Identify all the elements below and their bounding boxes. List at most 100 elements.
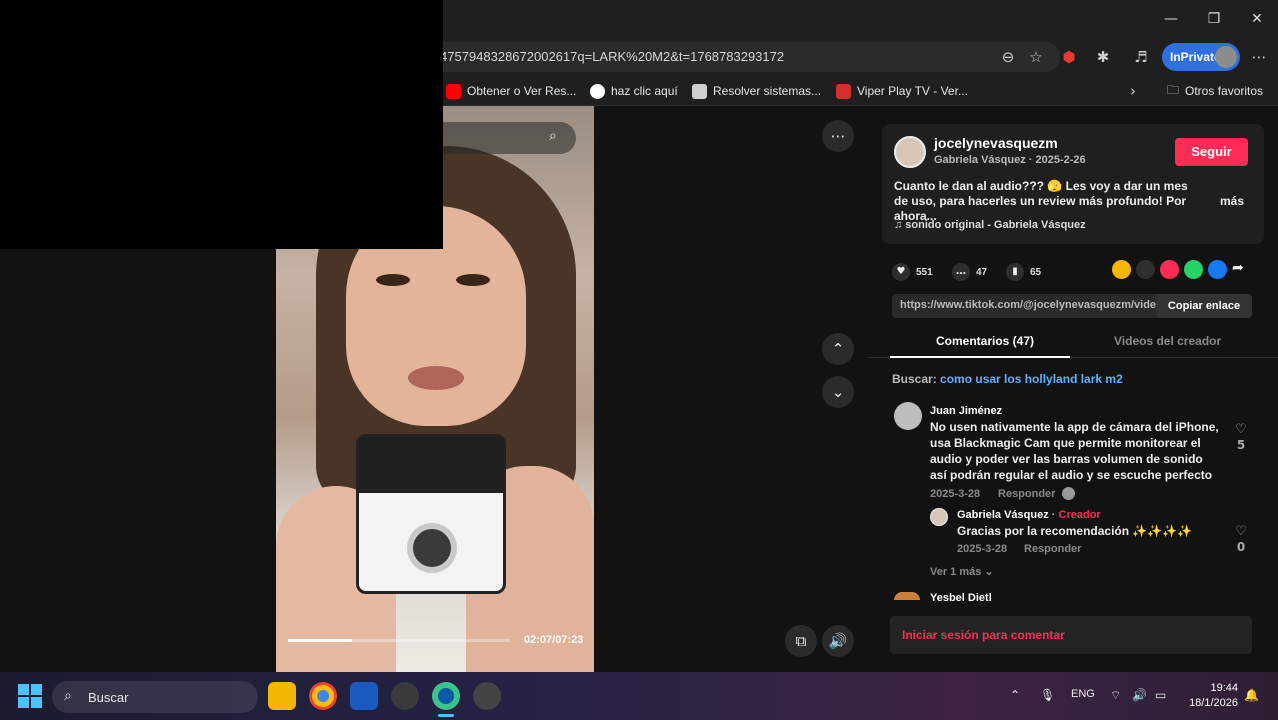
search-icon[interactable]: ⌕: [549, 128, 557, 144]
bookmark-icon: ▮: [1006, 263, 1024, 281]
edge-icon[interactable]: [432, 682, 460, 710]
save-stat[interactable]: ▮ 65: [1006, 262, 1041, 282]
profile-avatar: [1215, 46, 1237, 68]
zoom-icon[interactable]: ⊖: [997, 46, 1019, 68]
url-text[interactable]: 4757948328672002617q=LARK%20M2&t=1768783…: [440, 49, 784, 64]
google-icon: [590, 83, 605, 99]
video-frame-device: [356, 434, 506, 594]
creator-badge: Creador: [1058, 509, 1101, 521]
comment-icon: …: [952, 263, 970, 281]
comment-date: 2025-3-28: [930, 488, 981, 500]
chevron-up-icon[interactable]: ⌃: [1010, 688, 1020, 702]
language-indicator[interactable]: ENG: [1071, 688, 1095, 700]
commenter-avatar[interactable]: [894, 402, 922, 430]
favorite-label: haz clic aquí: [611, 84, 678, 98]
maximize-icon[interactable]: ❐: [1203, 8, 1225, 30]
comment-like-count: 5: [1236, 438, 1246, 452]
inprivate-label: InPrivate: [1170, 50, 1221, 64]
video-frame-eye: [456, 274, 490, 286]
commenter-name[interactable]: Juan Jiménez: [930, 405, 1002, 417]
heart-outline-icon[interactable]: ♡: [1231, 524, 1251, 539]
creator-username[interactable]: jocelynevasquezm: [934, 135, 1058, 151]
comment-date: 2025-3-28: [957, 543, 1008, 555]
favorite-star-icon[interactable]: ☆: [1025, 46, 1047, 68]
wifi-icon[interactable]: ⌔: [1110, 688, 1121, 703]
volume-icon[interactable]: 🔊: [1132, 688, 1147, 702]
login-bar[interactable]: Iniciar sesión para comentar: [890, 616, 1252, 654]
like-count: 551: [916, 266, 933, 278]
app-icon[interactable]: [391, 682, 419, 710]
taskbar-clock[interactable]: 19:44 18/1/2026: [1180, 681, 1238, 711]
favorite-item[interactable]: Resolver sistemas...: [692, 82, 821, 100]
post-description: Cuanto le dan al audio??? 🫣 Les voy a da…: [894, 179, 1188, 223]
chevron-right-icon[interactable]: ›: [1122, 80, 1144, 102]
share-more-icon[interactable]: ➦: [1232, 260, 1244, 276]
tab-creator-videos[interactable]: Videos del creador: [1114, 334, 1221, 348]
windows-start-icon[interactable]: [18, 684, 42, 708]
tab-comments[interactable]: Comentarios (47): [936, 334, 1034, 348]
commenter-avatar[interactable]: [894, 592, 920, 600]
chevron-down-icon[interactable]: ⌄: [822, 376, 854, 408]
chrome-icon[interactable]: [309, 682, 337, 710]
youtube-icon: [446, 83, 461, 99]
comment-stat[interactable]: … 47: [952, 262, 987, 282]
extensions-puzzle-icon[interactable]: ✱: [1092, 46, 1114, 68]
app-icon[interactable]: [473, 682, 501, 710]
favorite-item[interactable]: Obtener o Ver Res...: [446, 82, 576, 100]
send-icon[interactable]: [1160, 260, 1179, 279]
commenter-name[interactable]: Gabriela Vásquez: [957, 509, 1049, 521]
link-row: https://www.tiktok.com/@jocelynevasquezm…: [892, 294, 1252, 318]
more-menu-icon[interactable]: ⋯: [1248, 46, 1270, 68]
chevron-up-icon[interactable]: ⌃: [822, 333, 854, 365]
tabs: Comentarios (47) Videos del creador: [868, 326, 1278, 358]
heart-outline-icon[interactable]: ♡: [1231, 422, 1251, 437]
close-icon[interactable]: ✕: [1246, 8, 1268, 30]
reply-button[interactable]: Responder: [1024, 543, 1081, 555]
clock-date: 18/1/2026: [1189, 697, 1238, 709]
video-progress-bar[interactable]: [288, 639, 510, 642]
inprivate-button[interactable]: InPrivate: [1162, 43, 1240, 71]
like-stat[interactable]: ♥ 551: [892, 262, 933, 282]
embed-icon[interactable]: [1136, 260, 1155, 279]
more-options-icon[interactable]: ⋯: [822, 120, 854, 152]
reply-button[interactable]: Responder: [998, 488, 1055, 500]
favorite-label: Viper Play TV - Ver...: [857, 84, 968, 98]
address-bar[interactable]: 4757948328672002617q=LARK%20M2&t=1768783…: [380, 42, 1060, 72]
notification-bell-icon[interactable]: 🔔: [1244, 688, 1259, 702]
copy-link-button[interactable]: Copiar enlace: [1156, 294, 1252, 318]
search-suggestion[interactable]: Buscar: como usar los hollyland lark m2: [892, 372, 1123, 386]
file-explorer-icon[interactable]: [268, 682, 296, 710]
comment-text: No usen nativamente la app de cámara del…: [930, 420, 1219, 482]
login-prompt[interactable]: Iniciar sesión para comentar: [902, 628, 1065, 642]
more-link[interactable]: más: [1220, 194, 1244, 208]
commenter-avatar[interactable]: [930, 508, 948, 526]
redaction-box: [0, 0, 443, 249]
other-favorites[interactable]: 🗀 Otros favoritos: [1167, 82, 1263, 100]
view-more-replies[interactable]: Ver 1 más ⌄: [930, 565, 994, 578]
creator-avatar[interactable]: [894, 136, 926, 168]
repost-icon[interactable]: [1112, 260, 1131, 279]
facebook-icon[interactable]: [1208, 260, 1227, 279]
whatsapp-icon[interactable]: [1184, 260, 1203, 279]
creator-subline: Gabriela Vásquez · 2025-2-26: [934, 154, 1086, 166]
minimize-icon[interactable]: —: [1160, 8, 1182, 30]
volume-icon[interactable]: 🔊: [822, 625, 854, 657]
favorite-item[interactable]: haz clic aquí: [590, 82, 678, 100]
taskbar-search[interactable]: ⌕ Buscar: [52, 681, 258, 713]
follow-button[interactable]: Seguir: [1175, 138, 1248, 166]
video-time: 02:07/07:23: [524, 634, 584, 646]
next-commenter-name[interactable]: Yesbel Dietl: [930, 593, 992, 601]
video-progress-fill: [288, 639, 353, 642]
extension-icon[interactable]: ⬢: [1058, 46, 1080, 68]
post-link[interactable]: https://www.tiktok.com/@jocelynevasquezm…: [900, 299, 1165, 311]
favorites-list-icon[interactable]: ♬: [1130, 46, 1152, 68]
clock-time: 19:44: [1210, 682, 1238, 694]
search-suggestion-query[interactable]: como usar los hollyland lark m2: [940, 372, 1123, 386]
pip-icon[interactable]: ⧉: [785, 625, 817, 657]
site-icon: [692, 83, 707, 99]
word-icon[interactable]: [350, 682, 378, 710]
favorite-item[interactable]: Viper Play TV - Ver...: [836, 82, 968, 100]
microphone-icon[interactable]: 🎙: [1040, 688, 1055, 702]
battery-icon[interactable]: ▭: [1155, 688, 1166, 702]
sound-link[interactable]: ♫ sonido original - Gabriela Vásquez: [894, 219, 1086, 231]
